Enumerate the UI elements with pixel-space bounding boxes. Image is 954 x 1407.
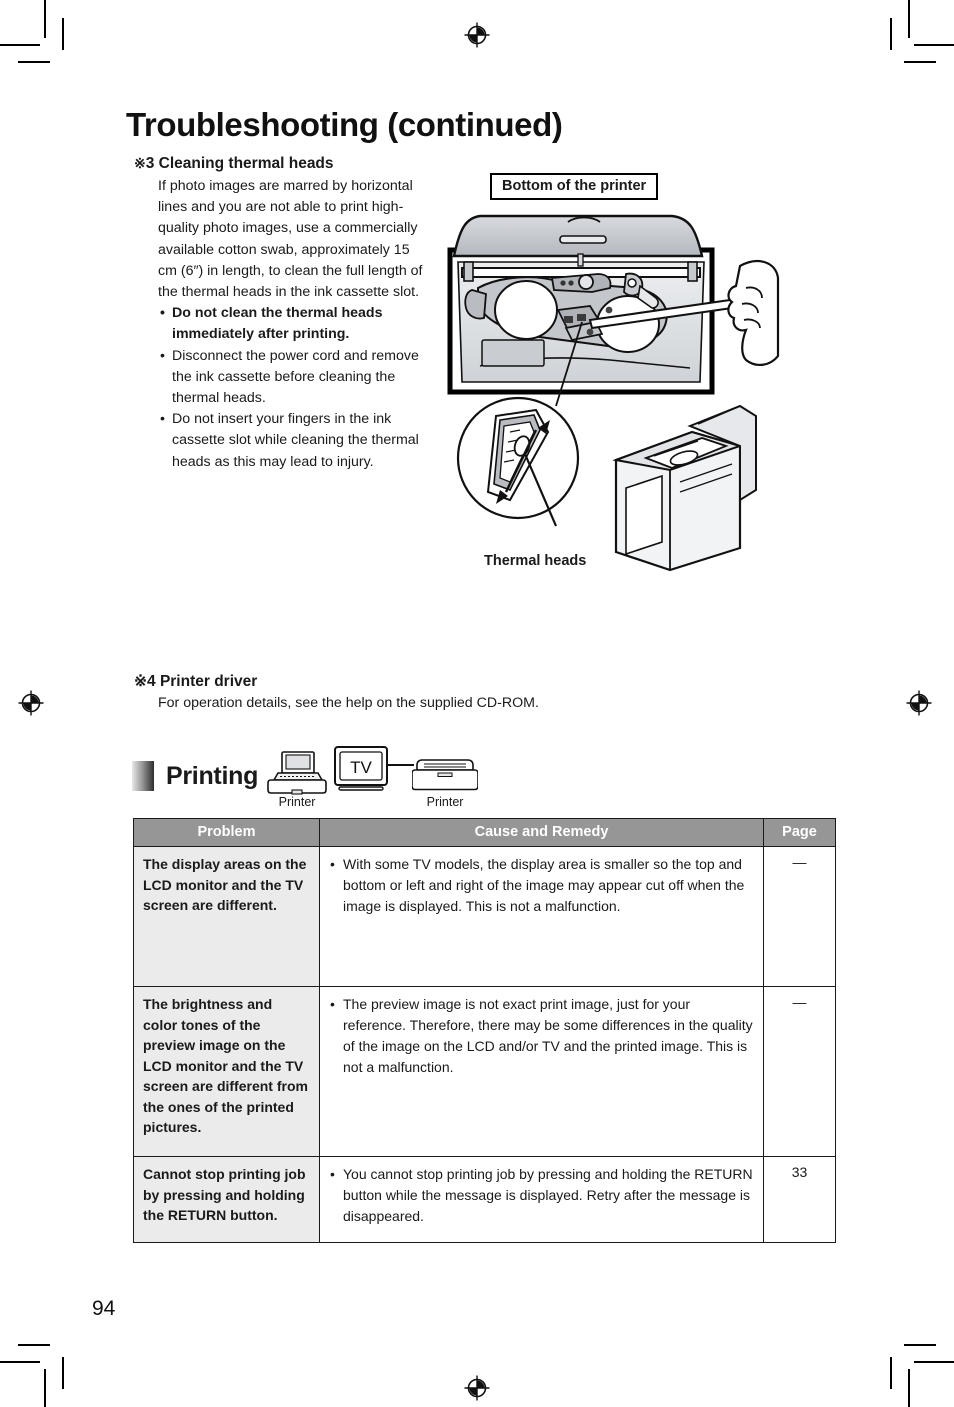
section-3-body: If photo images are marred by horizontal… xyxy=(158,176,424,473)
cell-cause-text: The preview image is not exact print ima… xyxy=(343,996,753,1075)
cell-cause: • You cannot stop printing job by pressin… xyxy=(319,1156,764,1243)
illustration-top-caption: Bottom of the printer xyxy=(490,173,659,200)
device-tv: TV TV xyxy=(332,744,390,807)
section-4-number: 4 xyxy=(147,673,156,690)
connection-line-icon xyxy=(388,764,415,766)
section-3-bullet-list: • Do not clean the thermal heads immediat… xyxy=(158,303,424,473)
bullet-icon: • xyxy=(160,347,165,364)
printing-section-title: Printing xyxy=(166,761,259,790)
cell-cause: • The preview image is not exact print im… xyxy=(319,986,764,1157)
list-item-text: Do not clean the thermal heads immediate… xyxy=(172,305,383,343)
list-item-text: Do not insert your fingers in the ink ca… xyxy=(172,411,419,470)
section-4-paragraph: For operation details, see the help on t… xyxy=(158,695,539,711)
list-item: • Do not clean the thermal heads immediat… xyxy=(158,303,424,345)
device-label: Printer xyxy=(426,795,464,809)
troubleshooting-table: Problem Cause and Remedy Page The displa… xyxy=(133,818,836,1243)
cell-cause: • With some TV models, the display area i… xyxy=(319,846,764,987)
list-item: • Disconnect the power cord and remove th… xyxy=(158,346,424,410)
section-3-heading: ※3 Cleaning thermal heads xyxy=(134,155,334,173)
laptop-printer-icon xyxy=(267,751,327,795)
registration-mark-right xyxy=(906,690,932,716)
tv-screen-label: TV xyxy=(350,758,372,777)
bullet-icon: • xyxy=(330,856,335,872)
table-header-row: Problem Cause and Remedy Page xyxy=(133,818,836,847)
section-3-heading-text: Cleaning thermal heads xyxy=(158,155,334,172)
registration-mark-top xyxy=(464,22,490,48)
page-title: Troubleshooting (continued) xyxy=(126,106,563,144)
section-3-paragraph: If photo images are marred by horizontal… xyxy=(158,178,423,301)
page-number: 94 xyxy=(92,1297,116,1320)
device-label: Printer xyxy=(278,795,316,809)
printer-icon xyxy=(412,759,479,791)
device-laptop-printer: Printer xyxy=(266,750,328,809)
section-gradient-bullet-icon xyxy=(132,761,154,791)
registration-mark-left xyxy=(18,690,44,716)
column-header-page: Page xyxy=(763,818,836,847)
list-item-text: Disconnect the power cord and remove the… xyxy=(172,347,419,407)
section-4-heading: ※4 Printer driver xyxy=(134,672,257,691)
tv-icon: TV xyxy=(334,746,389,791)
printer-diagram-svg xyxy=(447,214,780,572)
registration-mark-bottom xyxy=(464,1375,490,1401)
table-row: The brightness and color tones of the pr… xyxy=(133,986,836,1157)
bullet-icon: • xyxy=(330,1166,335,1182)
cell-problem: The display areas on the LCD monitor and… xyxy=(133,846,320,987)
cell-page: — xyxy=(763,986,836,1157)
column-header-problem: Problem xyxy=(133,818,320,847)
bullet-icon: • xyxy=(330,996,335,1012)
bullet-icon: • xyxy=(160,411,165,428)
table-row: Cannot stop printing job by pressing and… xyxy=(133,1156,836,1243)
cell-cause-text: With some TV models, the display area is… xyxy=(343,856,745,914)
cell-cause-text: You cannot stop printing job by pressing… xyxy=(343,1166,753,1224)
illustration-bottom-caption: Thermal heads xyxy=(484,553,587,569)
cell-problem: Cannot stop printing job by pressing and… xyxy=(133,1156,320,1243)
section-marker-icon: ※ xyxy=(134,673,147,690)
bullet-icon: • xyxy=(160,305,165,322)
table-row: The display areas on the LCD monitor and… xyxy=(133,846,836,987)
device-printer: Printer xyxy=(412,756,479,809)
thermal-head-illustration: Bottom of the printer Thermal heads xyxy=(440,170,780,575)
section-4-heading-text: Printer driver xyxy=(159,673,258,690)
printing-section-header: Printing Printer TV TV xyxy=(132,746,479,809)
device-icon-group: Printer TV TV Printer xyxy=(266,743,479,809)
section-marker-icon: ※ xyxy=(134,155,146,171)
cell-problem: The brightness and color tones of the pr… xyxy=(133,986,320,1157)
list-item: • Do not insert your fingers in the ink c… xyxy=(158,409,424,473)
cell-page: — xyxy=(763,846,836,987)
column-header-cause: Cause and Remedy xyxy=(319,818,764,847)
section-3-number: 3 xyxy=(145,155,155,172)
cell-page: 33 xyxy=(763,1156,836,1243)
